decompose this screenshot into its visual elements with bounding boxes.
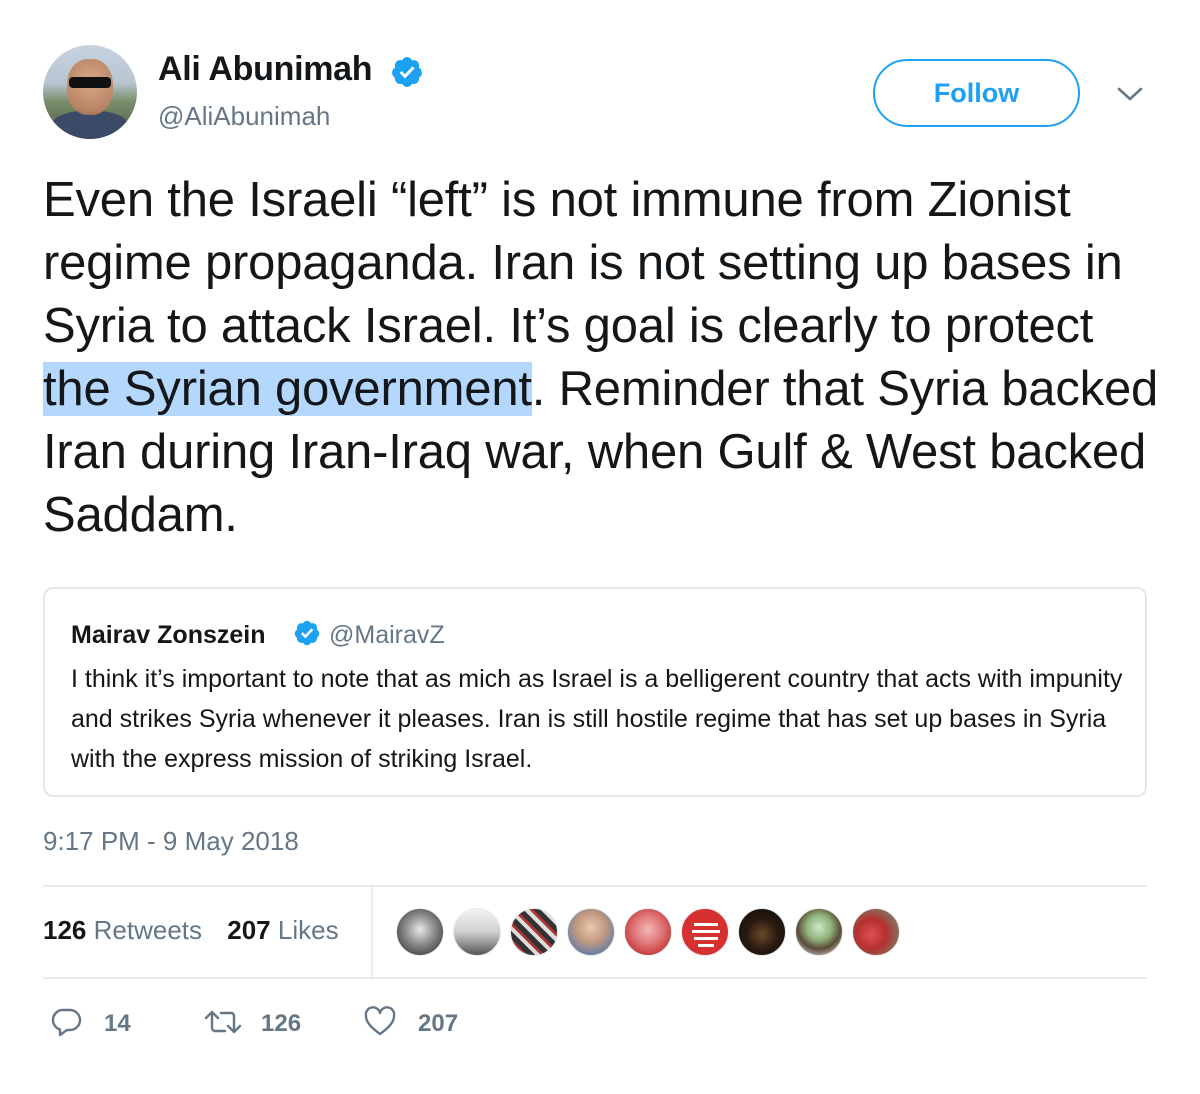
liker-avatar[interactable]	[510, 908, 558, 956]
retweets-label: Retweets	[93, 915, 203, 945]
liker-avatar[interactable]	[453, 908, 501, 956]
retweets-count: 126	[43, 915, 87, 945]
quoted-handle: @MairavZ	[329, 621, 445, 649]
tweet-text-part: Even the Israeli “left” is not immune fr…	[43, 173, 1123, 353]
divider	[43, 885, 1147, 887]
retweet-action[interactable]: 126	[203, 1004, 323, 1044]
tweet-stats: 126 Retweets 207 Likes	[43, 915, 357, 946]
verified-badge-icon	[392, 57, 422, 87]
liker-avatar[interactable]	[738, 908, 786, 956]
retweets-stat[interactable]: 126 Retweets	[43, 915, 202, 945]
red-badge-icon	[692, 923, 720, 947]
reply-icon	[51, 1008, 82, 1037]
liker-avatar[interactable]	[852, 908, 900, 956]
quoted-display-name: Mairav Zonszein	[71, 621, 266, 649]
liker-avatar[interactable]	[396, 908, 444, 956]
reply-count: 14	[104, 1010, 131, 1037]
quoted-tweet-text: I think it’s important to note that as m…	[71, 665, 1123, 773]
reply-action[interactable]: 14	[51, 1004, 151, 1044]
avatar-glasses	[69, 77, 111, 88]
retweet-count: 126	[261, 1010, 302, 1037]
follow-button[interactable]: Follow	[873, 59, 1080, 127]
divider	[43, 977, 1147, 979]
tweet-timestamp[interactable]: 9:17 PM - 9 May 2018	[43, 826, 299, 857]
liker-avatar[interactable]	[681, 908, 729, 956]
divider	[371, 886, 373, 978]
like-count: 207	[418, 1010, 459, 1037]
verified-badge-icon	[294, 620, 320, 646]
liker-avatar[interactable]	[624, 908, 672, 956]
likes-stat[interactable]: 207 Likes	[227, 915, 338, 945]
author-display-name[interactable]: Ali Abunimah	[158, 50, 373, 89]
tweet-text: Even the Israeli “left” is not immune fr…	[43, 169, 1173, 547]
liker-avatar[interactable]	[567, 908, 615, 956]
quoted-tweet-card[interactable]: Mairav Zonszein @MairavZ I think it’s im…	[43, 587, 1147, 797]
avatar-shirt	[51, 111, 129, 139]
retweet-icon	[204, 1010, 242, 1034]
likes-count: 207	[227, 915, 271, 945]
author-avatar[interactable]	[43, 45, 137, 139]
like-action[interactable]: 207	[363, 1004, 483, 1044]
liker-avatar[interactable]	[795, 908, 843, 956]
chevron-down-icon[interactable]	[1114, 80, 1146, 108]
author-handle[interactable]: @AliAbunimah	[158, 101, 330, 132]
likes-label: Likes	[277, 915, 339, 945]
tweet-text-highlighted: the Syrian government	[43, 362, 532, 416]
heart-icon	[364, 1006, 396, 1036]
